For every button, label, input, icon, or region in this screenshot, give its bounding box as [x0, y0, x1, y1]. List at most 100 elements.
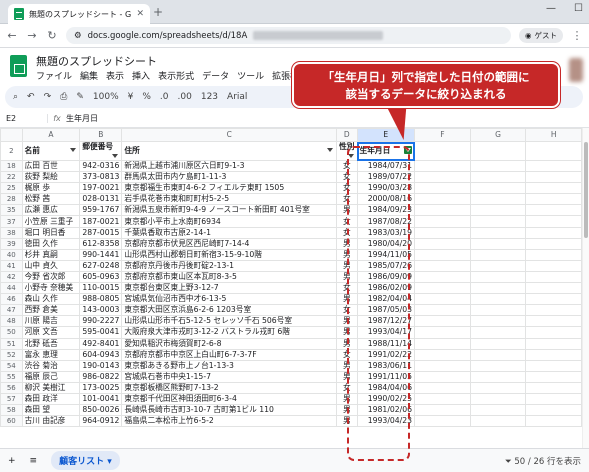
zip-cell[interactable]: 595-0041 — [79, 326, 123, 339]
empty-cell[interactable] — [469, 159, 527, 173]
paint-format-icon[interactable]: ✎ — [76, 92, 84, 102]
row-number[interactable]: 56 — [0, 381, 23, 394]
address-cell[interactable]: 長崎県長崎市古町3-10-7 古町第1ビル 110 — [121, 404, 338, 417]
zip-cell[interactable]: 964-0912 — [79, 415, 123, 428]
row-number[interactable]: 52 — [0, 348, 23, 361]
row-number[interactable]: 55 — [0, 370, 23, 383]
zip-cell[interactable]: 492-8401 — [79, 337, 123, 350]
name-cell[interactable]: 西野 倉美 — [21, 304, 81, 317]
site-info-icon[interactable]: ⚙ — [74, 31, 82, 41]
empty-cell[interactable] — [414, 248, 471, 261]
name-cell[interactable]: 富永 恵理 — [21, 348, 81, 361]
address-cell[interactable]: 山形県山形市千石5-12-5 セレッソ千石 506号室 — [121, 315, 338, 328]
zip-cell[interactable]: 627-0248 — [79, 259, 123, 272]
empty-cell[interactable] — [414, 237, 471, 250]
menu-view[interactable]: 表示 — [106, 69, 124, 82]
empty-cell[interactable] — [414, 304, 471, 317]
empty-cell[interactable] — [469, 182, 527, 195]
zip-cell[interactable]: 190-0143 — [79, 359, 123, 372]
header-cell[interactable]: 住所 — [121, 141, 338, 161]
empty-cell[interactable] — [469, 348, 527, 361]
name-cell[interactable]: 福原 辰己 — [21, 370, 81, 383]
row-number[interactable]: 2 — [0, 141, 23, 161]
empty-cell[interactable] — [414, 415, 471, 428]
empty-cell[interactable] — [469, 404, 527, 417]
empty-cell[interactable] — [469, 193, 527, 206]
empty-cell[interactable] — [469, 282, 527, 295]
empty-cell[interactable] — [469, 237, 527, 250]
empty-cell[interactable] — [414, 182, 471, 195]
zip-cell[interactable]: 197-0021 — [79, 182, 123, 195]
row-number[interactable]: 28 — [0, 193, 23, 206]
zip-cell[interactable]: 942-0316 — [79, 159, 123, 173]
empty-cell[interactable] — [525, 226, 582, 239]
empty-cell[interactable] — [414, 326, 471, 339]
empty-cell[interactable] — [414, 392, 471, 406]
empty-cell[interactable] — [469, 171, 527, 184]
filter-icon[interactable] — [326, 146, 334, 154]
empty-cell[interactable] — [414, 359, 471, 372]
empty-cell[interactable] — [525, 141, 582, 161]
menu-tools[interactable]: ツール — [237, 69, 264, 82]
vertical-scrollbar[interactable] — [582, 128, 589, 448]
reload-icon[interactable]: ↻ — [46, 29, 58, 42]
empty-cell[interactable] — [469, 226, 527, 239]
add-sheet-icon[interactable]: + — [8, 456, 16, 466]
empty-cell[interactable] — [469, 248, 527, 261]
zip-cell[interactable]: 110-0015 — [79, 282, 123, 295]
name-cell[interactable]: 川原 陽吉 — [21, 315, 81, 328]
name-cell[interactable]: 北野 砥吾 — [21, 337, 81, 350]
row-number[interactable]: 18 — [0, 159, 23, 173]
address-cell[interactable]: 京都府京都市東山区本瓦町8-3-5 — [121, 270, 338, 284]
empty-cell[interactable] — [525, 237, 582, 250]
name-cell[interactable]: 山中 貞久 — [21, 259, 81, 272]
empty-cell[interactable] — [525, 348, 582, 361]
forward-icon[interactable]: → — [26, 29, 38, 42]
row-number[interactable]: 48 — [0, 315, 23, 328]
empty-cell[interactable] — [469, 392, 527, 406]
empty-cell[interactable] — [414, 171, 471, 184]
column-header[interactable]: H — [525, 128, 582, 142]
back-icon[interactable]: ← — [6, 29, 18, 42]
address-cell[interactable]: 新潟県五泉市新町9-4-9 ノースコート新田町 401号室 — [121, 204, 338, 217]
empty-cell[interactable] — [525, 404, 582, 417]
empty-cell[interactable] — [414, 215, 471, 228]
address-cell[interactable]: 宮城県気仙沼市西中才6-13-5 — [121, 293, 338, 306]
empty-cell[interactable] — [414, 193, 471, 206]
header-cell[interactable]: 名前 — [21, 141, 81, 161]
name-cell[interactable]: 広瀬 惠広 — [21, 204, 81, 217]
empty-cell[interactable] — [414, 282, 471, 295]
empty-cell[interactable] — [525, 259, 582, 272]
address-cell[interactable]: 東京都台東区東上野3-12-7 — [121, 282, 338, 295]
empty-cell[interactable] — [469, 141, 527, 161]
name-cell[interactable]: 渋谷 菊治 — [21, 359, 81, 372]
name-cell[interactable]: 杉井 真嗣 — [21, 248, 81, 261]
name-cell[interactable]: 小野寺 奈穂美 — [21, 282, 81, 295]
document-title[interactable]: 無題のスプレッドシート — [36, 53, 157, 69]
empty-cell[interactable] — [525, 359, 582, 372]
menu-data[interactable]: データ — [202, 69, 229, 82]
address-cell[interactable]: 東京都板橋区熊野町7-13-2 — [121, 381, 338, 394]
spreadsheet-grid[interactable]: A B C D E F G H 2 名前 郵便番号 住所 性別 生年月日 18 広… — [0, 128, 582, 448]
empty-cell[interactable] — [414, 159, 471, 173]
empty-cell[interactable] — [469, 359, 527, 372]
row-number[interactable]: 58 — [0, 404, 23, 417]
new-tab-icon[interactable]: + — [153, 5, 163, 19]
zip-cell[interactable]: 605-0963 — [79, 270, 123, 284]
row-number[interactable]: 37 — [0, 215, 23, 228]
address-cell[interactable]: 新潟県上越市浦川原区六日町9-1-3 — [121, 159, 338, 173]
row-number[interactable]: 51 — [0, 337, 23, 350]
row-number[interactable]: 40 — [0, 248, 23, 261]
name-cell[interactable]: 森山 久作 — [21, 293, 81, 306]
name-cell[interactable]: 小笠原 三重子 — [21, 215, 81, 228]
address-cell[interactable]: 大阪府泉大津市戎町3-12-2 バストラル戎町 6階 — [121, 326, 338, 339]
address-cell[interactable]: 東京都福生市東町4-6-2 フィエルテ東町 1505 — [121, 182, 338, 195]
empty-cell[interactable] — [469, 370, 527, 383]
row-number[interactable]: 38 — [0, 226, 23, 239]
search-menus-icon[interactable]: ⌕ — [13, 92, 18, 102]
name-box[interactable]: E2 — [0, 114, 48, 123]
zip-cell[interactable]: 988-0805 — [79, 293, 123, 306]
name-cell[interactable]: 徳田 久作 — [21, 237, 81, 250]
address-cell[interactable]: 千葉県香取市古原2-14-1 — [121, 226, 338, 239]
menu-insert[interactable]: 挿入 — [132, 69, 150, 82]
